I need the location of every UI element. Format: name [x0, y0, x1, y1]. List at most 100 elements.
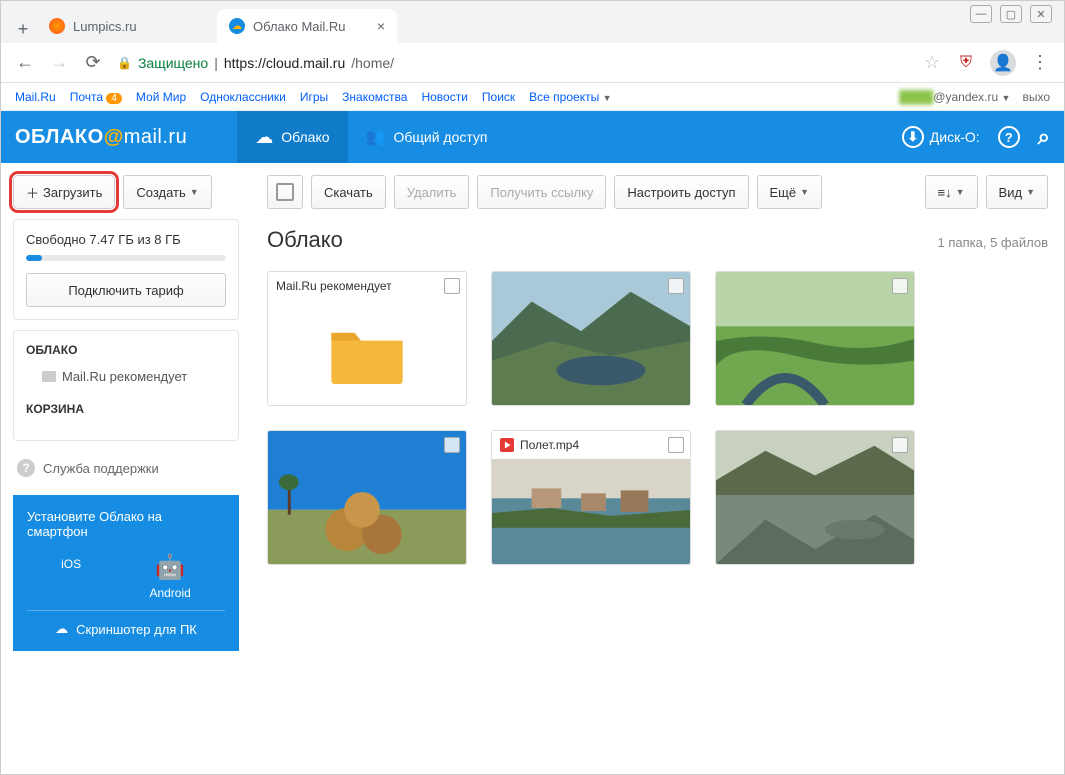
close-window-button[interactable]: ✕ [1030, 5, 1052, 23]
portal-link-projects[interactable]: Все проекты ▼ [529, 90, 611, 104]
select-all-checkbox[interactable] [267, 175, 303, 209]
portal-link[interactable]: Знакомства [342, 90, 407, 104]
maximize-button[interactable]: ▢ [1000, 5, 1022, 23]
minimize-button[interactable]: — [970, 5, 992, 23]
tile-checkbox[interactable] [668, 437, 684, 453]
tab-strip: + Lumpics.ru ☁ Облако Mail.Ru × [1, 1, 1064, 43]
extension-icon[interactable]: ⛨ [956, 53, 976, 73]
disk-o-label: Диск-О: [930, 129, 980, 145]
disk-o-button[interactable]: ⬇ Диск-О: [902, 126, 980, 148]
browser-window: — ▢ ✕ + Lumpics.ru ☁ Облако Mail.Ru × ← … [0, 0, 1065, 775]
thumb-plain [716, 272, 914, 405]
file-grid: Mail.Ru рекомендует [267, 271, 1048, 565]
promo-screenshoter[interactable]: ☁ Скриншотер для ПК [27, 610, 225, 637]
android-icon: 🤖 [149, 553, 190, 582]
mail-badge: 4 [106, 93, 122, 104]
file-tile-image[interactable] [491, 271, 691, 406]
cloud-nav: ОБЛАКО@mail.ru ☁ Облако 👥 Общий доступ ⬇… [1, 111, 1064, 163]
storage-progress [26, 255, 226, 261]
sidebar: ＋ Загрузить Создать ▼ Свободно 7.47 ГБ и… [1, 163, 251, 774]
address-field[interactable]: 🔒 Защищено | https://cloud.mail.ru/home/ [117, 55, 908, 71]
portal-link[interactable]: Одноклассники [200, 90, 286, 104]
url-bar: ← → ⟳ 🔒 Защищено | https://cloud.mail.ru… [1, 43, 1064, 83]
connect-tariff-button[interactable]: Подключить тариф [26, 273, 226, 307]
brand-logo[interactable]: ОБЛАКО@mail.ru [15, 126, 187, 149]
tile-checkbox[interactable] [668, 278, 684, 294]
portal-link[interactable]: Игры [300, 90, 328, 104]
storage-card: Свободно 7.47 ГБ из 8 ГБ Подключить тари… [13, 219, 239, 320]
new-tab-button[interactable]: + [9, 15, 37, 43]
help-icon[interactable]: ? [998, 126, 1020, 148]
folder-icon [327, 322, 407, 384]
thumb-mountains [492, 272, 690, 405]
back-button[interactable]: ← [15, 53, 35, 73]
delete-button[interactable]: Удалить [394, 175, 470, 209]
file-tile-video[interactable]: Полет.mp4 [491, 430, 691, 565]
file-tile-image[interactable] [715, 430, 915, 565]
browser-tab-cloud[interactable]: ☁ Облако Mail.Ru × [217, 9, 397, 43]
url-host: https://cloud.mail.ru [224, 55, 345, 71]
promo-title: Установите Облако на смартфон [27, 509, 225, 539]
tree-item-recommends[interactable]: Mail.Ru рекомендует [26, 365, 226, 388]
disk-o-icon: ⬇ [902, 126, 924, 148]
page-title: Облако [267, 227, 343, 253]
browser-tab-lumpics[interactable]: Lumpics.ru [37, 9, 217, 43]
file-tile-image[interactable] [267, 430, 467, 565]
promo-screenshoter-label: Скриншотер для ПК [76, 622, 197, 637]
file-tile-image[interactable] [715, 271, 915, 406]
nav-tab-shared[interactable]: 👥 Общий доступ [348, 111, 506, 163]
sort-button[interactable]: ≡↓ ▼ [925, 175, 978, 209]
content-area: ＋ Загрузить Создать ▼ Свободно 7.47 ГБ и… [1, 163, 1064, 774]
nav-tab-label: Общий доступ [393, 129, 487, 145]
more-button[interactable]: Ещё ▼ [757, 175, 823, 209]
storage-text: Свободно 7.47 ГБ из 8 ГБ [26, 232, 226, 247]
cloud-tree-heading: ОБЛАКО [26, 343, 226, 357]
video-icon [500, 438, 514, 452]
support-link[interactable]: ? Служба поддержки [13, 451, 239, 485]
get-link-button[interactable]: Получить ссылку [477, 175, 606, 209]
tile-checkbox[interactable] [892, 437, 908, 453]
create-button[interactable]: Создать ▼ [123, 175, 211, 209]
trash-tree-heading[interactable]: КОРЗИНА [26, 402, 226, 416]
search-icon[interactable]: ⌕ [1038, 124, 1050, 150]
portal-link[interactable]: Поиск [482, 90, 515, 104]
portal-link-mail[interactable]: Почта 4 [70, 90, 122, 104]
tree-item-label: Mail.Ru рекомендует [62, 369, 187, 384]
view-button[interactable]: Вид ▼ [986, 175, 1048, 209]
reload-button[interactable]: ⟳ [83, 53, 103, 73]
user-email[interactable]: ████@yandex.ru ▼ [899, 90, 1010, 104]
tile-checkbox[interactable] [444, 278, 460, 294]
main-panel: Скачать Удалить Получить ссылку Настроит… [251, 163, 1064, 774]
tile-checkbox[interactable] [444, 437, 460, 453]
thumb-haybales [268, 431, 466, 564]
nav-tab-cloud[interactable]: ☁ Облако [237, 111, 347, 163]
download-button[interactable]: Скачать [311, 175, 386, 209]
portal-link[interactable]: Мой Мир [136, 90, 186, 104]
mailru-portal-links: Mail.Ru Почта 4 Мой Мир Одноклассники Иг… [1, 83, 1064, 111]
menu-icon[interactable]: ⋮ [1030, 53, 1050, 73]
mobile-promo: Установите Облако на смартфон iOS 🤖 Andr… [13, 495, 239, 651]
support-label: Служба поддержки [43, 461, 159, 476]
close-tab-icon[interactable]: × [377, 18, 385, 34]
forward-button[interactable]: → [49, 53, 69, 73]
portal-link[interactable]: Mail.Ru [15, 90, 56, 104]
profile-avatar[interactable]: 👤 [990, 50, 1016, 76]
tile-name: Полет.mp4 [520, 438, 579, 452]
secure-label: Защищено [138, 55, 208, 71]
promo-ios[interactable]: iOS [61, 553, 81, 600]
file-tile-folder[interactable]: Mail.Ru рекомендует [267, 271, 467, 406]
star-icon[interactable]: ☆ [922, 53, 942, 73]
tab-label: Lumpics.ru [73, 19, 137, 34]
lock-icon: 🔒 [117, 56, 132, 70]
people-icon: 👥 [366, 127, 386, 147]
configure-access-button[interactable]: Настроить доступ [614, 175, 748, 209]
tile-checkbox[interactable] [892, 278, 908, 294]
thumb-river [716, 431, 914, 564]
page-count: 1 папка, 5 файлов [938, 235, 1048, 250]
nav-tab-label: Облако [281, 129, 329, 145]
logout-link[interactable]: выхо [1022, 90, 1050, 104]
promo-android[interactable]: 🤖 Android [149, 553, 190, 600]
upload-button[interactable]: ＋ Загрузить [13, 175, 115, 209]
promo-os-label: Android [149, 586, 190, 600]
portal-link[interactable]: Новости [421, 90, 467, 104]
